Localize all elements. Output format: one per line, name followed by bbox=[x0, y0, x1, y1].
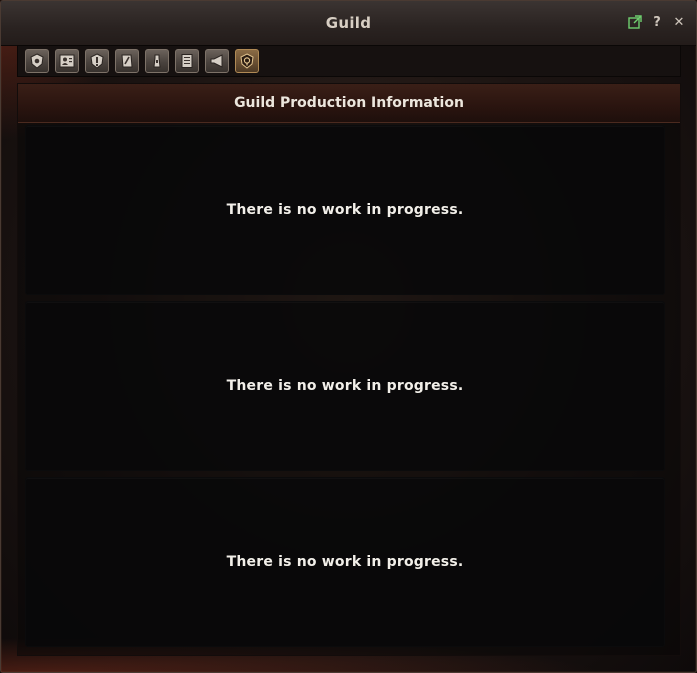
notice-icon[interactable] bbox=[85, 49, 109, 73]
popout-icon[interactable] bbox=[628, 15, 642, 29]
content-header: Guild Production Information bbox=[18, 84, 680, 123]
help-icon[interactable]: ? bbox=[650, 15, 664, 30]
tower-icon[interactable] bbox=[145, 49, 169, 73]
production-slot-1: There is no work in progress. bbox=[25, 125, 665, 295]
production-slot-3: There is no work in progress. bbox=[25, 477, 665, 647]
quest-scroll-icon[interactable] bbox=[115, 49, 139, 73]
guild-window: Guild ? ✕ Guild Production Information T… bbox=[0, 0, 697, 673]
document-icon[interactable] bbox=[175, 49, 199, 73]
empty-message: There is no work in progress. bbox=[226, 202, 464, 218]
guild-emblem-icon[interactable] bbox=[25, 49, 49, 73]
close-icon[interactable]: ✕ bbox=[672, 15, 686, 30]
guild-tab-toolbar bbox=[17, 45, 681, 77]
production-slot-2: There is no work in progress. bbox=[25, 301, 665, 471]
page-title: Guild Production Information bbox=[234, 95, 464, 111]
members-icon[interactable] bbox=[55, 49, 79, 73]
window-title: Guild bbox=[325, 14, 372, 32]
empty-message: There is no work in progress. bbox=[226, 378, 464, 394]
title-controls: ? ✕ bbox=[628, 15, 686, 30]
production-icon[interactable] bbox=[235, 49, 259, 73]
megaphone-icon[interactable] bbox=[205, 49, 229, 73]
empty-message: There is no work in progress. bbox=[226, 554, 464, 570]
production-content: Guild Production Information There is no… bbox=[17, 83, 681, 656]
title-bar[interactable]: Guild ? ✕ bbox=[1, 1, 696, 46]
